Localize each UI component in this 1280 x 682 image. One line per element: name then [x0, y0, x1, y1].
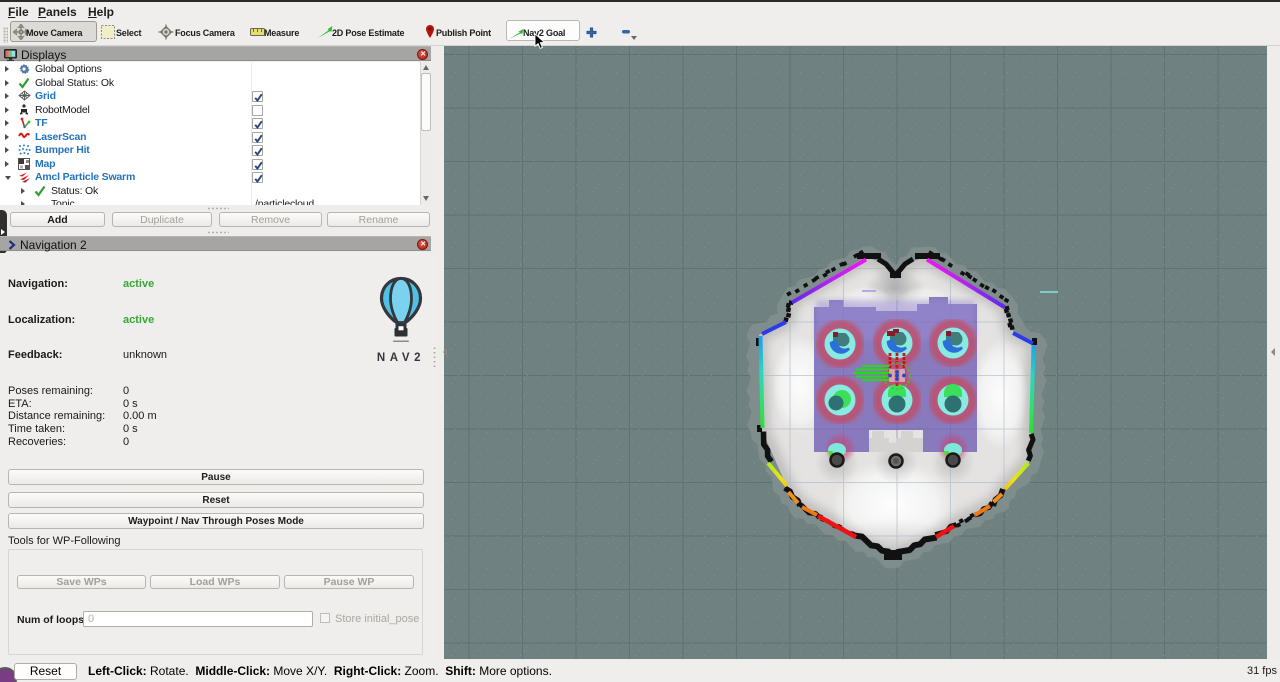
- svg-text:NAV2: NAV2: [377, 352, 425, 364]
